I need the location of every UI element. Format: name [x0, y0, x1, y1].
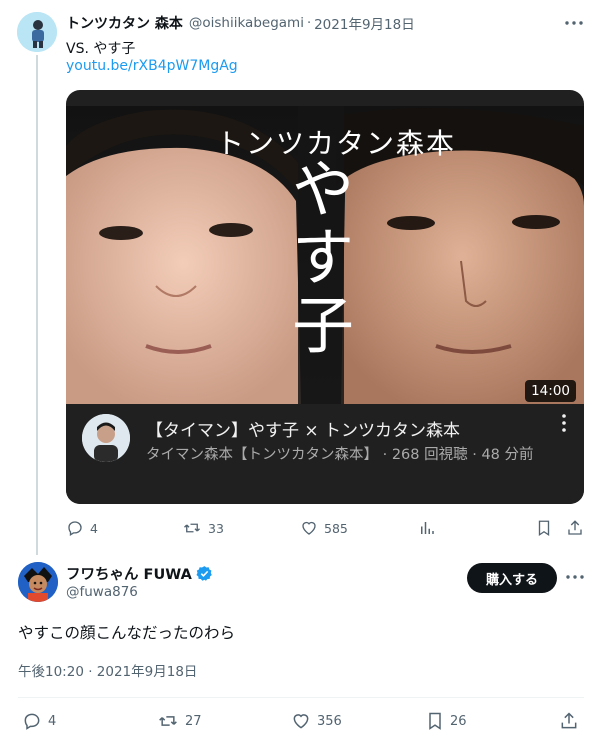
channel-avatar[interactable] [82, 414, 130, 462]
retweet-icon [184, 523, 200, 533]
avatar-image [18, 562, 58, 602]
bookmark-icon [429, 712, 441, 730]
like-action[interactable]: 585 [300, 519, 348, 537]
more-icon[interactable] [563, 566, 587, 588]
reply-action[interactable]: 4 [66, 519, 98, 537]
video-duration-badge: 14:00 [525, 380, 576, 402]
video-meta: タイマン森本【トンツカタン森本】 · 268 回視聴 · 48 分前 [146, 447, 534, 463]
like-count: 585 [324, 520, 348, 536]
reply-action[interactable]: 4 [22, 711, 56, 731]
bookmark-count: 26 [450, 713, 467, 729]
avatar-image [17, 12, 57, 52]
tweet-text: VS. やす子 [66, 41, 136, 57]
divider [18, 697, 584, 698]
like-action[interactable]: 356 [291, 711, 342, 731]
parent-tweet-header: トンツカタン 森本 @oishiikabegami · 2021年9月18日 [66, 12, 415, 34]
header-separator: · [306, 15, 312, 31]
bookmark-action[interactable] [536, 519, 552, 537]
reply-text: やすこの顔こんなだったのわら [18, 624, 236, 642]
thumbnail-vertical-text: や す 子 [288, 156, 358, 360]
reply-author-avatar[interactable] [18, 562, 58, 602]
author-avatar[interactable] [17, 12, 57, 52]
reply-tweet-header: フワちゃん FUWA [66, 563, 213, 584]
subscribe-button[interactable]: 購入する [467, 563, 557, 593]
retweet-count: 33 [208, 520, 224, 536]
reply-icon [68, 521, 82, 536]
share-icon [568, 520, 582, 535]
bookmark-icon [538, 520, 550, 537]
tweet-date[interactable]: 2021年9月18日 [314, 13, 415, 33]
bookmark-action[interactable]: 26 [426, 711, 467, 731]
video-thumbnail[interactable]: トンツカタン森本 や す 子 14:00 [66, 106, 584, 404]
video-title[interactable]: 【タイマン】やす子 × トンツカタン森本 [146, 416, 460, 441]
retweet-action[interactable]: 27 [157, 711, 202, 731]
retweet-action[interactable]: 33 [182, 519, 224, 537]
vertical-char: 子 [291, 289, 354, 362]
reply-count: 4 [90, 520, 98, 536]
like-icon [302, 521, 316, 535]
share-action[interactable] [559, 711, 579, 731]
video-info-bar: 【タイマン】やす子 × トンツカタン森本 タイマン森本【トンツカタン森本】 · … [66, 404, 584, 504]
thread-connector-line [36, 55, 38, 555]
reply-timestamp[interactable]: 午後10:20 · 2021年9月18日 [18, 660, 197, 680]
share-icon [561, 712, 577, 729]
author-name[interactable]: トンツカタン 森本 [66, 13, 183, 33]
vertical-char: や [291, 153, 354, 226]
more-icon[interactable] [562, 12, 586, 34]
like-count: 356 [317, 713, 342, 729]
reply-icon [24, 713, 40, 730]
share-action[interactable] [566, 519, 584, 537]
verified-icon [196, 565, 213, 582]
reply-count: 4 [48, 713, 57, 729]
channel-avatar-image [82, 414, 130, 462]
author-handle[interactable]: @oishiikabegami [189, 15, 304, 31]
retweet-icon [159, 716, 177, 726]
tweet-link[interactable]: youtu.be/rXB4pW7MgAg [66, 58, 238, 74]
kebab-icon[interactable] [554, 414, 574, 438]
youtube-embed-card[interactable]: トンツカタン森本 や す 子 14:00 【タイマン】やす子 × トンツカタン森… [66, 90, 584, 504]
views-icon [421, 522, 434, 534]
reply-author-handle[interactable]: @fuwa876 [66, 584, 138, 600]
vertical-char: す [291, 221, 354, 294]
views-action[interactable] [418, 519, 436, 537]
like-icon [293, 714, 309, 729]
retweet-count: 27 [185, 713, 202, 729]
reply-author-name[interactable]: フワちゃん FUWA [66, 563, 192, 584]
